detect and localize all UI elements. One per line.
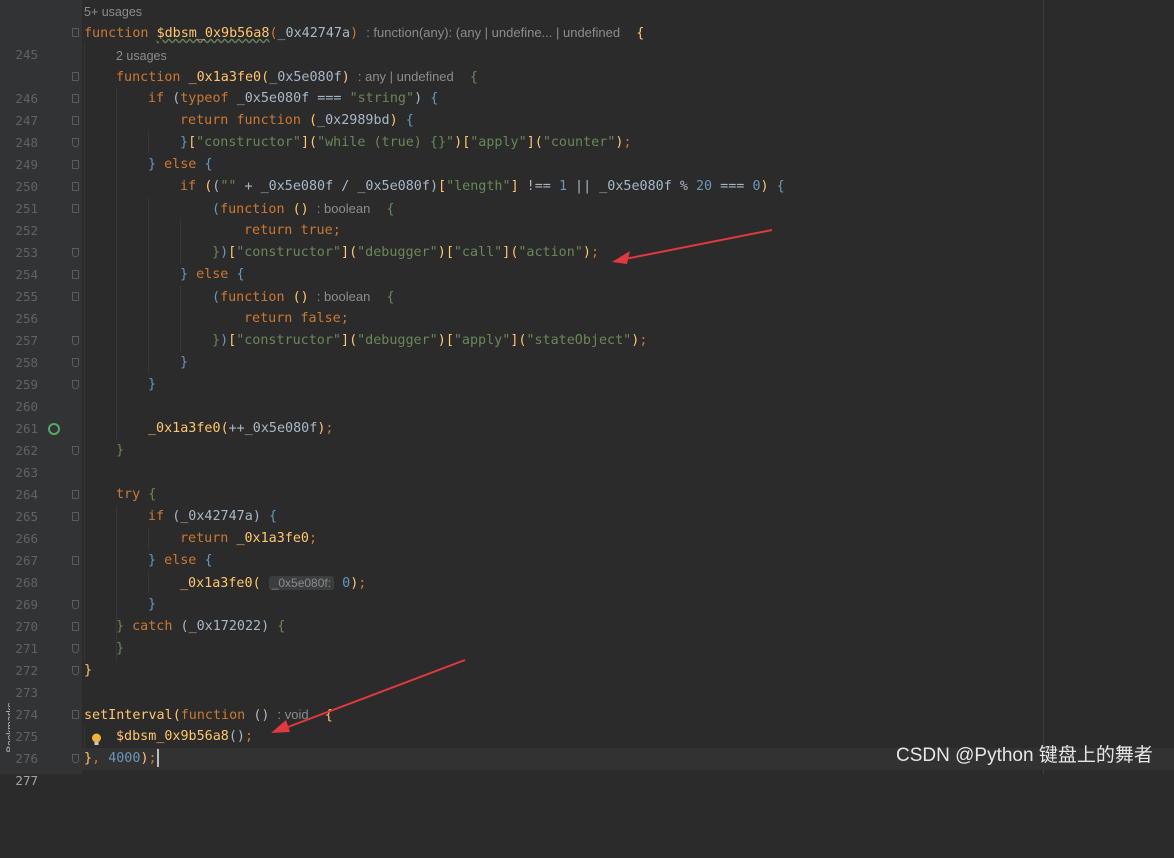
annotation-arrows — [271, 229, 773, 733]
arrow-annotation-debugger-call — [612, 229, 773, 264]
arrow-annotation-outer-call — [271, 659, 466, 733]
watermark: CSDN @Python 键盘上的舞者 — [896, 745, 1153, 766]
